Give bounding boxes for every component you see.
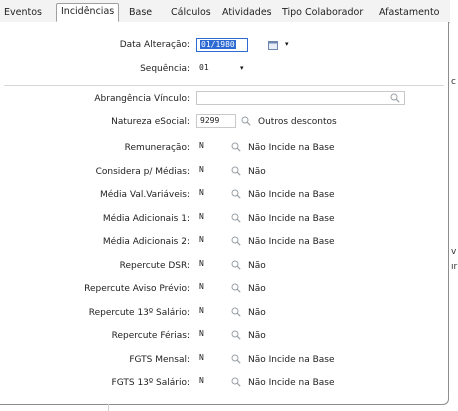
sequencia-label: Sequência: — [140, 64, 190, 74]
natureza-desc: Outros descontos — [258, 117, 337, 127]
calendar-icon[interactable] — [268, 40, 278, 50]
search-icon[interactable] — [231, 236, 241, 246]
incidence-label: Remuneração: — [124, 143, 190, 153]
incidence-code: N — [199, 141, 204, 150]
incidence-code-field[interactable]: N — [196, 375, 236, 389]
natureza-field[interactable]: 9299 — [196, 114, 236, 128]
search-icon[interactable] — [231, 354, 241, 364]
search-icon[interactable] — [231, 307, 241, 317]
tab-tipo-colaborador[interactable]: Tipo Colaborador — [282, 5, 363, 22]
incidence-label: Repercute Aviso Prévio: — [84, 284, 190, 294]
natureza-code: 9299 — [200, 116, 220, 125]
incidence-code: N — [199, 282, 204, 291]
search-icon[interactable] — [231, 377, 241, 387]
incidence-code-field[interactable]: N — [196, 234, 236, 248]
tab-calculos[interactable]: Cálculos — [171, 5, 211, 22]
incidence-desc: Não Incide na Base — [248, 190, 335, 200]
incidencias-panel: Data Alteração: 01/1980 ▾ Sequência: 01 … — [0, 22, 449, 405]
incidence-code: N — [199, 258, 204, 268]
incidence-code: N — [199, 188, 204, 197]
incidence-label: FGTS 13º Salário: — [111, 378, 190, 388]
incidence-desc: Não Incide na Base — [248, 143, 335, 153]
data-alteracao-value: 01/1980 — [200, 40, 236, 49]
search-icon[interactable] — [390, 93, 400, 103]
incidence-code-field[interactable]: N — [196, 328, 236, 342]
incidence-code-field[interactable]: N — [196, 187, 236, 201]
chevron-down-icon[interactable]: ▾ — [285, 40, 289, 48]
incidence-code: N — [199, 235, 204, 244]
search-icon[interactable] — [231, 330, 241, 340]
sequencia-value: 01 — [199, 63, 209, 72]
tab-eventos[interactable]: Eventos — [4, 5, 42, 22]
natureza-label: Natureza eSocial: — [111, 117, 190, 127]
search-icon[interactable] — [231, 260, 241, 270]
tab-incidencias[interactable]: Incidências — [56, 3, 120, 22]
incidence-desc: Não Incide na Base — [248, 213, 335, 224]
tab-atividades[interactable]: Atividades — [222, 5, 272, 22]
incidence-desc: Não Incide na Base — [248, 378, 335, 388]
search-icon[interactable] — [231, 142, 241, 152]
incidence-code-field[interactable]: N — [196, 351, 236, 366]
search-icon[interactable] — [231, 213, 241, 223]
tab-bar: Eventos Incidências Base Cálculos Ativid… — [0, 0, 450, 23]
incidence-desc: Não Incide na Base — [248, 237, 335, 247]
abrangencia-label: Abrangência Vínculo: — [94, 94, 190, 104]
incidence-label: FGTS Mensal: — [129, 354, 190, 365]
incidence-code-field[interactable]: N — [196, 304, 236, 319]
tab-afastamento[interactable]: Afastamento — [379, 5, 439, 22]
incidence-label: Repercute DSR: — [119, 260, 190, 271]
search-icon[interactable] — [231, 189, 241, 199]
incidence-label: Considera p/ Médias: — [95, 166, 190, 177]
chevron-down-icon[interactable]: ▾ — [240, 64, 244, 72]
search-icon[interactable] — [231, 283, 241, 293]
incidence-desc: Não — [248, 307, 266, 318]
divider — [108, 404, 109, 411]
incidence-desc: Não — [248, 331, 266, 341]
incidence-label: Repercute Férias: — [111, 331, 190, 341]
incidence-label: Média Adicionais 2: — [102, 237, 190, 247]
incidence-code: N — [199, 329, 204, 338]
clipped-text: v — [451, 247, 457, 257]
data-alteracao-field[interactable]: 01/1980 — [196, 38, 248, 52]
incidence-code-field[interactable]: N — [196, 140, 236, 154]
incidence-code: N — [199, 376, 204, 385]
incidence-desc: Não — [248, 260, 266, 271]
incidence-code-field[interactable]: N — [196, 210, 236, 225]
data-alteracao-label: Data Alteração: — [119, 40, 190, 50]
incidence-label: Repercute 13º Salário: — [88, 307, 190, 318]
clipped-text: c — [451, 77, 456, 87]
search-icon[interactable] — [241, 116, 251, 126]
incidence-code: N — [199, 352, 204, 362]
search-icon[interactable] — [231, 166, 241, 176]
incidence-desc: Não — [248, 166, 266, 177]
incidence-code-field[interactable]: N — [196, 281, 236, 295]
incidence-desc: Não — [248, 284, 266, 294]
incidence-label: Média Val.Variáveis: — [100, 190, 190, 200]
incidence-desc: Não Incide na Base — [248, 354, 335, 365]
clipped-text: ır — [451, 262, 458, 272]
section-divider — [4, 85, 444, 86]
tab-base[interactable]: Base — [129, 5, 152, 22]
incidence-code: N — [199, 211, 204, 221]
incidence-code: N — [199, 305, 204, 315]
incidence-code: N — [199, 164, 204, 174]
abrangencia-field[interactable] — [196, 91, 405, 105]
incidence-code-field[interactable]: N — [196, 163, 236, 178]
incidence-label: Média Adicionais 1: — [102, 213, 190, 224]
incidence-code-field[interactable]: N — [196, 257, 236, 272]
